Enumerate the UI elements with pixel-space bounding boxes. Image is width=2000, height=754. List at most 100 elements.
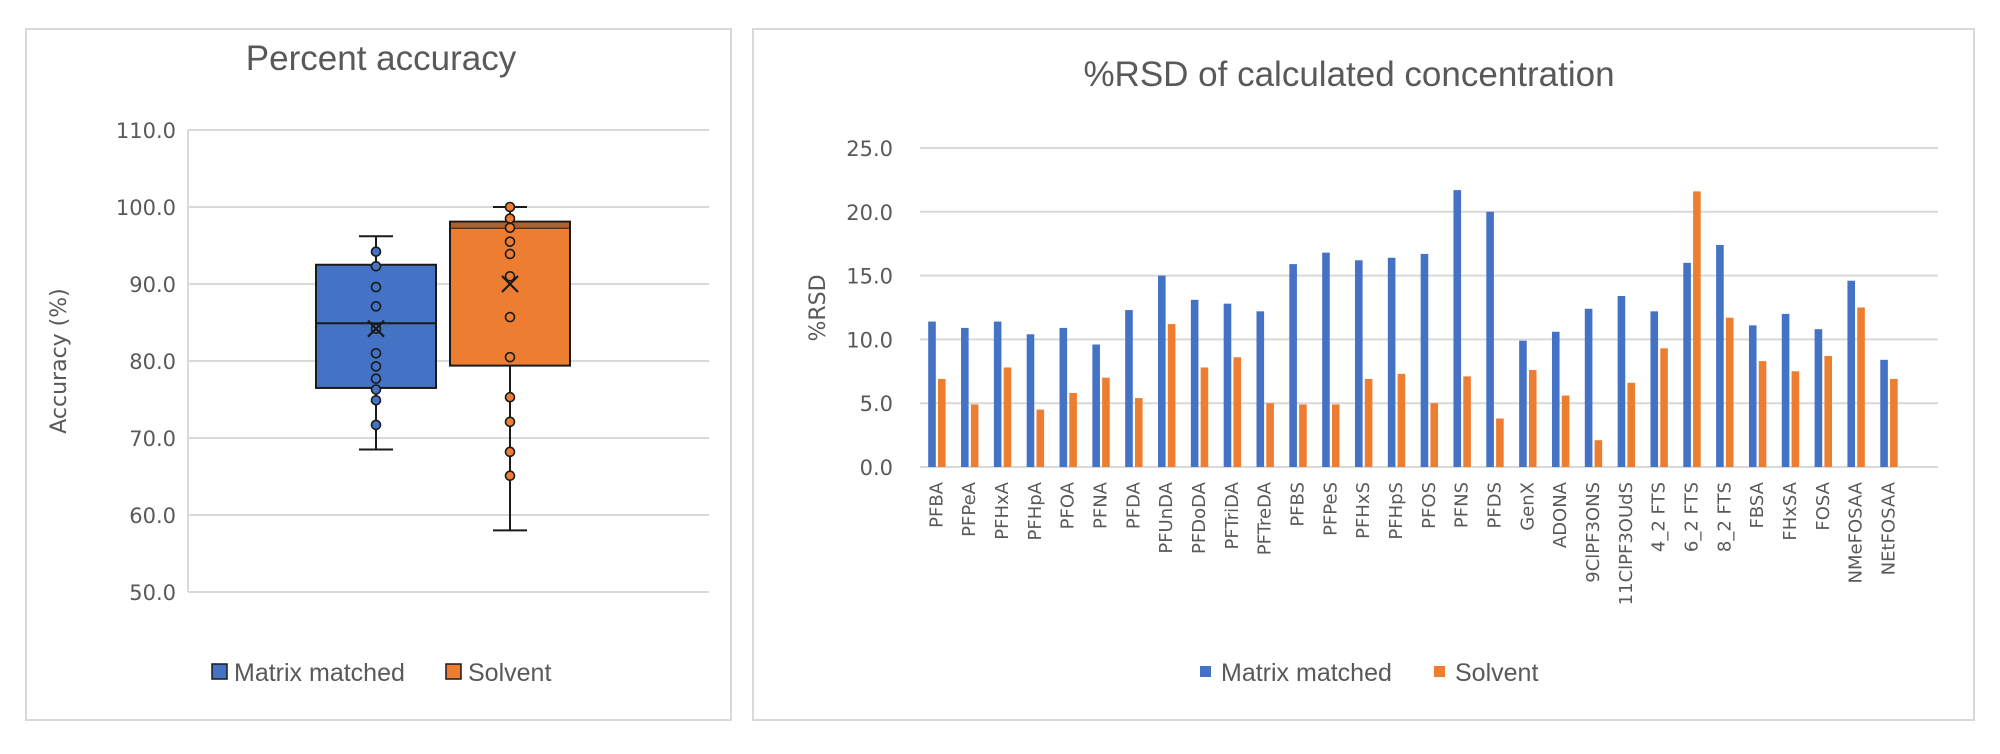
bar-solvent: [1528, 370, 1537, 467]
bar-solvent: [1725, 317, 1734, 467]
x-tick-label: PFPeA: [959, 481, 980, 536]
bar-solvent: [1266, 403, 1274, 467]
bar-matrix-matched: [1584, 308, 1593, 467]
x-tick-label: PFHpA: [1025, 481, 1046, 540]
data-point: [504, 351, 516, 363]
bar-solvent: [1627, 382, 1636, 467]
bar-solvent: [1134, 398, 1143, 467]
bar-solvent: [1233, 357, 1242, 467]
bar-solvent: [938, 378, 946, 467]
bar-matrix-matched: [1322, 252, 1330, 467]
x-tick-label: NMeFOSAA: [1846, 481, 1867, 583]
bar-matrix-matched: [1026, 334, 1035, 467]
y-tick-label: 70.0: [129, 427, 176, 451]
x-tick-label: FOSA: [1813, 481, 1834, 530]
x-tick-label: FHxSA: [1780, 481, 1801, 540]
bar-solvent: [1299, 404, 1307, 467]
bar-solvent: [1036, 409, 1045, 467]
bar-matrix-matched: [1486, 211, 1494, 467]
bar-matrix-matched: [928, 321, 936, 467]
bar-solvent: [970, 404, 979, 467]
data-point: [504, 311, 516, 323]
bar-solvent: [1200, 367, 1209, 467]
x-tick-label: ADONA: [1550, 481, 1571, 548]
accuracy-boxes: [315, 201, 571, 532]
bar-matrix-matched: [1617, 296, 1626, 467]
rsd-x-ticks: PFBA PFPeA PFHxA PFHpA PFOA PFNA PFDA PFUnDA PFD…: [926, 481, 1899, 605]
legend-swatch-solvent: [445, 663, 462, 680]
accuracy-gridlines: [187, 129, 709, 593]
accuracy-legend: Matrix matched Solvent: [211, 659, 551, 687]
data-point: [504, 201, 516, 213]
data-point: [504, 236, 516, 247]
bar-matrix-matched: [1748, 325, 1757, 467]
y-tick-label: 60.0: [129, 504, 176, 528]
y-tick-label: 80.0: [129, 350, 176, 374]
rsd-legend: Matrix matched Solvent: [1200, 659, 1538, 687]
bar-matrix-matched: [1847, 280, 1856, 467]
bar-matrix-matched: [993, 321, 1002, 467]
bar-solvent: [1594, 440, 1603, 467]
data-point: [370, 419, 382, 431]
y-tick-label: 20.0: [846, 201, 893, 225]
x-tick-label: 4_2 FTS: [1649, 482, 1670, 552]
legend-label-matrix-matched: Matrix matched: [1221, 659, 1392, 687]
x-tick-label: PFDS: [1485, 482, 1506, 529]
bar-solvent: [1496, 418, 1504, 467]
y-tick-label: 15.0: [846, 265, 893, 289]
bar-solvent: [1561, 395, 1570, 467]
bar-matrix-matched: [1814, 329, 1823, 467]
bar-matrix-matched: [1387, 257, 1396, 467]
x-tick-label: PFBS: [1288, 482, 1309, 527]
bar-matrix-matched: [1716, 244, 1724, 467]
rsd-chart-title: %RSD of calculated concentration: [1083, 55, 1614, 94]
y-tick-label: 100.0: [116, 196, 176, 220]
bar-matrix-matched: [1683, 262, 1691, 467]
bar-solvent: [1890, 378, 1898, 467]
x-tick-label: 9ClPF3ONS: [1583, 482, 1604, 583]
x-tick-label: FBSA: [1747, 481, 1768, 528]
y-tick-label: 5.0: [860, 392, 893, 416]
x-tick-label: PFDoDA: [1189, 481, 1210, 554]
bar-solvent: [1693, 191, 1701, 467]
bar-matrix-matched: [1519, 340, 1527, 467]
accuracy-chart-title: Percent accuracy: [246, 39, 517, 78]
bar-solvent: [1824, 355, 1833, 467]
x-tick-label: PFTreDA: [1255, 481, 1276, 555]
legend-label-matrix-matched: Matrix matched: [234, 659, 405, 687]
legend-swatch-matrix-matched: [211, 663, 228, 680]
x-tick-label: 6_2 FTS: [1681, 482, 1702, 552]
data-point: [370, 281, 382, 293]
bar-matrix-matched: [1190, 299, 1199, 467]
bar-solvent: [1003, 367, 1012, 467]
bar-solvent: [1069, 392, 1077, 467]
bar-matrix-matched: [1354, 260, 1363, 467]
x-tick-label: PFHxS: [1353, 482, 1374, 539]
bar-matrix-matched: [1650, 311, 1659, 467]
rsd-bars: [928, 190, 1898, 467]
x-tick-label: PFOA: [1058, 481, 1079, 529]
data-point: [370, 246, 382, 257]
bar-matrix-matched: [1223, 303, 1232, 467]
data-point: [370, 347, 382, 359]
bar-solvent: [1463, 376, 1471, 467]
bar-solvent: [1364, 378, 1373, 467]
x-tick-label: 8_2 FTS: [1714, 482, 1735, 552]
bar-solvent: [1102, 377, 1110, 467]
data-point: [504, 222, 516, 234]
bar-matrix-matched: [1781, 313, 1790, 467]
x-tick-label: PFNA: [1091, 481, 1112, 529]
y-tick-label: 50.0: [129, 581, 176, 605]
bar-matrix-matched: [1289, 264, 1297, 467]
data-point: [504, 391, 516, 403]
bar-solvent: [1167, 324, 1176, 467]
y-tick-label: 10.0: [846, 328, 893, 352]
data-point: [504, 416, 516, 428]
bar-matrix-matched: [1125, 310, 1133, 467]
x-tick-label: PFOS: [1419, 482, 1440, 529]
y-tick-label: 90.0: [129, 273, 176, 297]
bar-solvent: [1430, 403, 1439, 467]
bar-matrix-matched: [1256, 311, 1265, 467]
data-point: [370, 373, 382, 385]
bar-solvent: [1397, 373, 1406, 467]
